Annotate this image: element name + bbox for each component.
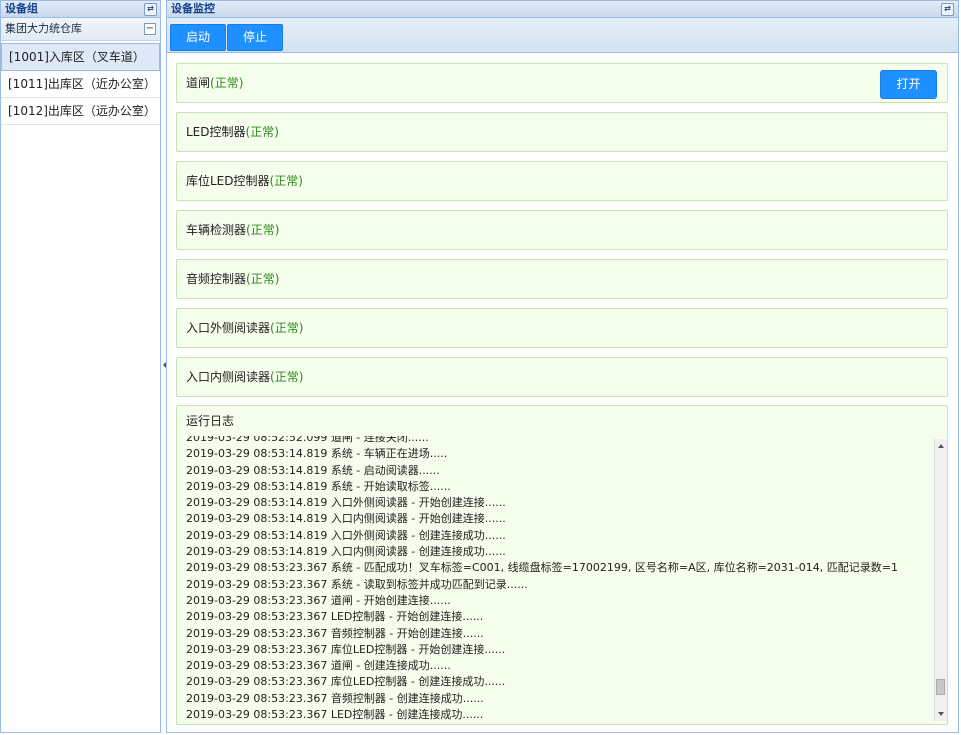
start-button[interactable]: 启动 bbox=[170, 24, 226, 51]
refresh-icon[interactable]: ⇄ bbox=[144, 3, 157, 16]
log-line: 2019-03-29 08:53:23.367 系统 - 匹配成功！叉车标签=C… bbox=[186, 561, 898, 575]
device-status: (正常) bbox=[246, 272, 280, 286]
monitor-toolbar: 启动 停止 bbox=[167, 18, 958, 53]
log-line: 2019-03-29 08:53:23.367 库位LED控制器 - 创建连接成… bbox=[186, 675, 506, 689]
scroll-up-arrow-icon[interactable] bbox=[938, 444, 944, 448]
log-line: 2019-03-29 08:53:14.819 入口内侧阅读器 - 创建连接成功… bbox=[186, 545, 506, 559]
log-line: 2019-03-29 08:53:14.819 入口外侧阅读器 - 开始创建连接… bbox=[186, 496, 506, 510]
group-item-1011[interactable]: [1011]出库区（近办公室） bbox=[1, 71, 160, 98]
device-card-inner-reader: 入口内侧阅读器(正常) bbox=[176, 357, 948, 397]
collapse-icon[interactable]: − bbox=[144, 23, 156, 35]
device-monitor-panel: 设备监控 ⇄ 启动 停止 道闸(正常) 打开 LED控制器(正常) 库位LED控… bbox=[166, 0, 959, 733]
log-line: 2019-03-29 08:53:23.367 音频控制器 - 开始创建连接..… bbox=[186, 626, 484, 640]
log-line: 2019-03-29 08:53:23.367 道闸 - 开始创建连接.....… bbox=[186, 593, 451, 607]
run-log-title: 运行日志 bbox=[186, 414, 235, 428]
group-item-label: [1001]入库区（叉车道） bbox=[9, 50, 145, 64]
log-scrollbar[interactable] bbox=[934, 439, 947, 721]
log-line: 2019-03-29 08:53:14.819 系统 - 开始读取标签.....… bbox=[186, 479, 451, 493]
device-status: (正常) bbox=[270, 321, 304, 335]
log-line: 2019-03-29 08:53:23.367 库位LED控制器 - 开始创建连… bbox=[186, 642, 506, 656]
device-status: (正常) bbox=[210, 76, 244, 90]
device-card-slot-led-controller: 库位LED控制器(正常) bbox=[176, 161, 948, 201]
log-line: 2019-03-29 08:53:14.819 入口内侧阅读器 - 开始创建连接… bbox=[186, 512, 506, 526]
warehouse-group-header[interactable]: 集团大力统仓库 − bbox=[1, 18, 160, 41]
device-card-outer-reader: 入口外侧阅读器(正常) bbox=[176, 308, 948, 348]
scroll-thumb[interactable] bbox=[936, 679, 945, 695]
device-group-header: 设备组 ⇄ bbox=[1, 1, 160, 18]
device-status: (正常) bbox=[245, 125, 279, 139]
stop-button[interactable]: 停止 bbox=[227, 24, 283, 51]
device-status: (正常) bbox=[270, 370, 304, 384]
group-item-label: [1011]出库区（近办公室） bbox=[8, 77, 156, 91]
log-line: 2019-03-29 08:53:14.819 系统 - 启动阅读器...... bbox=[186, 463, 440, 477]
device-group-title: 设备组 bbox=[5, 2, 38, 15]
log-line: 2019-03-29 08:52:52.099 道闸 - 连接关闭...... bbox=[186, 436, 429, 444]
device-card-audio-controller: 音频控制器(正常) bbox=[176, 259, 948, 299]
log-line: 2019-03-29 08:53:23.367 系统 - 读取到标签并成功匹配到… bbox=[186, 577, 528, 591]
device-monitor-title: 设备监控 bbox=[171, 2, 215, 15]
device-name: 车辆检测器 bbox=[186, 223, 247, 237]
refresh-icon[interactable]: ⇄ bbox=[941, 3, 954, 16]
device-status: (正常) bbox=[269, 174, 303, 188]
group-item-label: [1012]出库区（远办公室） bbox=[8, 104, 156, 118]
warehouse-group-name: 集团大力统仓库 bbox=[5, 22, 82, 35]
device-status: (正常) bbox=[246, 223, 280, 237]
device-name: 入口外侧阅读器 bbox=[186, 321, 271, 335]
log-line: 2019-03-29 08:53:14.819 系统 - 车辆正在进场..... bbox=[186, 447, 448, 461]
device-name: 入口内侧阅读器 bbox=[186, 370, 271, 384]
device-name: LED控制器 bbox=[186, 125, 246, 139]
device-name: 道闸 bbox=[186, 76, 211, 90]
device-monitor-header: 设备监控 ⇄ bbox=[167, 1, 958, 18]
log-line: 2019-03-29 08:53:23.367 音频控制器 - 创建连接成功..… bbox=[186, 691, 484, 705]
run-log-card: 运行日志 2019-03-29 08:52:52.099 道闸 - 连接关闭..… bbox=[176, 405, 948, 725]
scroll-down-arrow-icon[interactable] bbox=[938, 712, 944, 716]
open-gate-button[interactable]: 打开 bbox=[880, 70, 937, 99]
device-card-vehicle-detector: 车辆检测器(正常) bbox=[176, 210, 948, 250]
log-line: 2019-03-29 08:53:23.367 LED控制器 - 开始创建连接.… bbox=[186, 610, 484, 624]
device-group-panel: 设备组 ⇄ 集团大力统仓库 − [1001]入库区（叉车道） [1011]出库区… bbox=[0, 0, 161, 733]
device-name: 库位LED控制器 bbox=[186, 174, 270, 188]
group-item-1012[interactable]: [1012]出库区（远办公室） bbox=[1, 98, 160, 125]
group-item-1001[interactable]: [1001]入库区（叉车道） bbox=[1, 43, 160, 71]
device-name: 音频控制器 bbox=[186, 272, 247, 286]
log-line: 2019-03-29 08:53:23.367 道闸 - 创建连接成功.....… bbox=[186, 659, 451, 673]
log-line: 2019-03-29 08:53:14.819 入口外侧阅读器 - 创建连接成功… bbox=[186, 528, 506, 542]
device-card-gate: 道闸(正常) 打开 bbox=[176, 63, 948, 103]
log-line: 2019-03-29 08:53:23.367 LED控制器 - 创建连接成功.… bbox=[186, 708, 484, 722]
run-log-list[interactable]: 2019-03-29 08:52:52.099 道闸 - 连接关闭...... … bbox=[177, 436, 939, 723]
device-card-led-controller: LED控制器(正常) bbox=[176, 112, 948, 152]
